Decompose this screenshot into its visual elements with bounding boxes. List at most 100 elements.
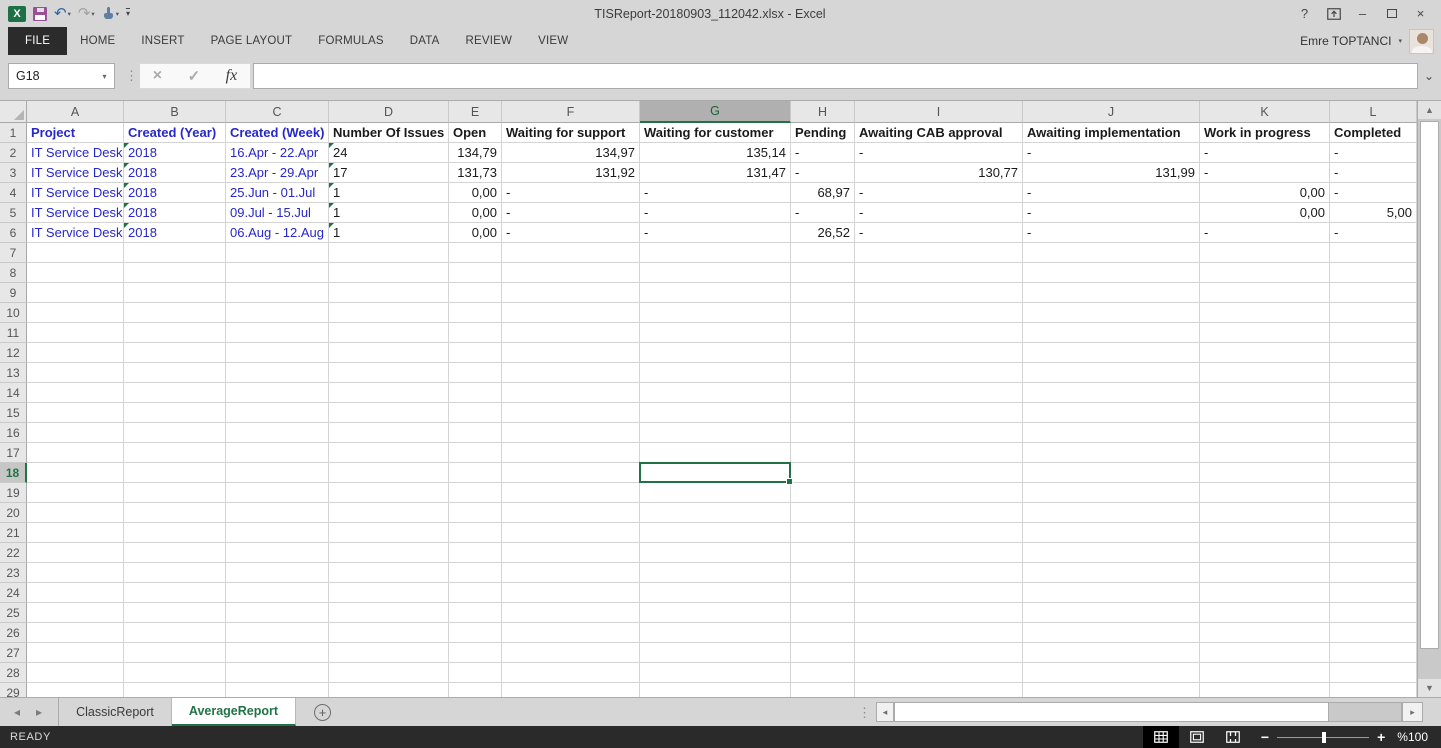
- cell-K2[interactable]: -: [1200, 143, 1330, 163]
- cell-D25[interactable]: [329, 603, 449, 623]
- cell-E28[interactable]: [449, 663, 502, 683]
- cell-E8[interactable]: [449, 263, 502, 283]
- cell-L3[interactable]: -: [1330, 163, 1417, 183]
- cell-G22[interactable]: [640, 543, 791, 563]
- cell-I12[interactable]: [855, 343, 1023, 363]
- cell-K16[interactable]: [1200, 423, 1330, 443]
- cell-I18[interactable]: [855, 463, 1023, 483]
- cell-K10[interactable]: [1200, 303, 1330, 323]
- cell-A19[interactable]: [27, 483, 124, 503]
- cell-I20[interactable]: [855, 503, 1023, 523]
- cell-D1[interactable]: Number Of Issues: [329, 123, 449, 143]
- cell-B6[interactable]: 2018: [124, 223, 226, 243]
- cell-E1[interactable]: Open: [449, 123, 502, 143]
- cell-D4[interactable]: 1: [329, 183, 449, 203]
- cell-A22[interactable]: [27, 543, 124, 563]
- cell-F8[interactable]: [502, 263, 640, 283]
- cell-I1[interactable]: Awaiting CAB approval: [855, 123, 1023, 143]
- cell-F17[interactable]: [502, 443, 640, 463]
- redo-button[interactable]: ↷ ▾: [78, 7, 95, 21]
- cell-J24[interactable]: [1023, 583, 1200, 603]
- row-header-20[interactable]: 20: [0, 503, 27, 523]
- sheet-tab-averagereport[interactable]: AverageReport: [172, 698, 296, 726]
- cell-B27[interactable]: [124, 643, 226, 663]
- cell-A3[interactable]: IT Service Desk: [27, 163, 124, 183]
- cell-F28[interactable]: [502, 663, 640, 683]
- cell-I22[interactable]: [855, 543, 1023, 563]
- cell-A4[interactable]: IT Service Desk: [27, 183, 124, 203]
- cell-E29[interactable]: [449, 683, 502, 697]
- cell-E17[interactable]: [449, 443, 502, 463]
- cell-A27[interactable]: [27, 643, 124, 663]
- cell-A25[interactable]: [27, 603, 124, 623]
- cell-C24[interactable]: [226, 583, 329, 603]
- column-header-F[interactable]: F: [502, 101, 640, 123]
- cell-E25[interactable]: [449, 603, 502, 623]
- cell-F26[interactable]: [502, 623, 640, 643]
- cell-D24[interactable]: [329, 583, 449, 603]
- cell-H12[interactable]: [791, 343, 855, 363]
- cell-B25[interactable]: [124, 603, 226, 623]
- vertical-scrollbar[interactable]: ▲ ▼: [1417, 101, 1441, 697]
- cell-F4[interactable]: -: [502, 183, 640, 203]
- ribbon-tab-insert[interactable]: INSERT: [128, 27, 197, 55]
- zoom-slider[interactable]: [1277, 737, 1369, 738]
- cell-C27[interactable]: [226, 643, 329, 663]
- cell-B24[interactable]: [124, 583, 226, 603]
- cell-G18[interactable]: [640, 463, 791, 483]
- cell-D3[interactable]: 17: [329, 163, 449, 183]
- cell-L26[interactable]: [1330, 623, 1417, 643]
- cell-J11[interactable]: [1023, 323, 1200, 343]
- column-header-H[interactable]: H: [791, 101, 855, 123]
- cell-D22[interactable]: [329, 543, 449, 563]
- cell-G13[interactable]: [640, 363, 791, 383]
- cell-A24[interactable]: [27, 583, 124, 603]
- row-header-18[interactable]: 18: [0, 463, 27, 483]
- cell-D27[interactable]: [329, 643, 449, 663]
- cell-I23[interactable]: [855, 563, 1023, 583]
- cell-E3[interactable]: 131,73: [449, 163, 502, 183]
- cell-I19[interactable]: [855, 483, 1023, 503]
- name-box[interactable]: G18 ▾: [8, 63, 115, 89]
- cell-B4[interactable]: 2018: [124, 183, 226, 203]
- cell-A17[interactable]: [27, 443, 124, 463]
- horizontal-scroll-track[interactable]: [894, 702, 1402, 722]
- cell-G11[interactable]: [640, 323, 791, 343]
- row-header-28[interactable]: 28: [0, 663, 27, 683]
- cell-A23[interactable]: [27, 563, 124, 583]
- ribbon-tab-page-layout[interactable]: PAGE LAYOUT: [198, 27, 306, 55]
- cell-G2[interactable]: 135,14: [640, 143, 791, 163]
- cell-G24[interactable]: [640, 583, 791, 603]
- cell-I4[interactable]: -: [855, 183, 1023, 203]
- minimize-button[interactable]: –: [1348, 3, 1377, 25]
- cell-J28[interactable]: [1023, 663, 1200, 683]
- cell-A2[interactable]: IT Service Desk: [27, 143, 124, 163]
- cell-K28[interactable]: [1200, 663, 1330, 683]
- cell-A1[interactable]: Project: [27, 123, 124, 143]
- cell-I27[interactable]: [855, 643, 1023, 663]
- account-area[interactable]: Emre TOPTANCI ▾: [1300, 27, 1441, 55]
- cell-E24[interactable]: [449, 583, 502, 603]
- row-header-26[interactable]: 26: [0, 623, 27, 643]
- cell-D15[interactable]: [329, 403, 449, 423]
- cell-I6[interactable]: -: [855, 223, 1023, 243]
- cell-F2[interactable]: 134,97: [502, 143, 640, 163]
- column-header-C[interactable]: C: [226, 101, 329, 123]
- cell-B16[interactable]: [124, 423, 226, 443]
- cell-L19[interactable]: [1330, 483, 1417, 503]
- cell-D5[interactable]: 1: [329, 203, 449, 223]
- cell-B26[interactable]: [124, 623, 226, 643]
- cell-J13[interactable]: [1023, 363, 1200, 383]
- cell-J8[interactable]: [1023, 263, 1200, 283]
- cell-D6[interactable]: 1: [329, 223, 449, 243]
- cell-B8[interactable]: [124, 263, 226, 283]
- cell-C5[interactable]: 09.Jul - 15.Jul: [226, 203, 329, 223]
- cell-H19[interactable]: [791, 483, 855, 503]
- cell-B17[interactable]: [124, 443, 226, 463]
- cell-L6[interactable]: -: [1330, 223, 1417, 243]
- row-header-9[interactable]: 9: [0, 283, 27, 303]
- cell-A7[interactable]: [27, 243, 124, 263]
- cell-L1[interactable]: Completed: [1330, 123, 1417, 143]
- cell-I9[interactable]: [855, 283, 1023, 303]
- cell-H17[interactable]: [791, 443, 855, 463]
